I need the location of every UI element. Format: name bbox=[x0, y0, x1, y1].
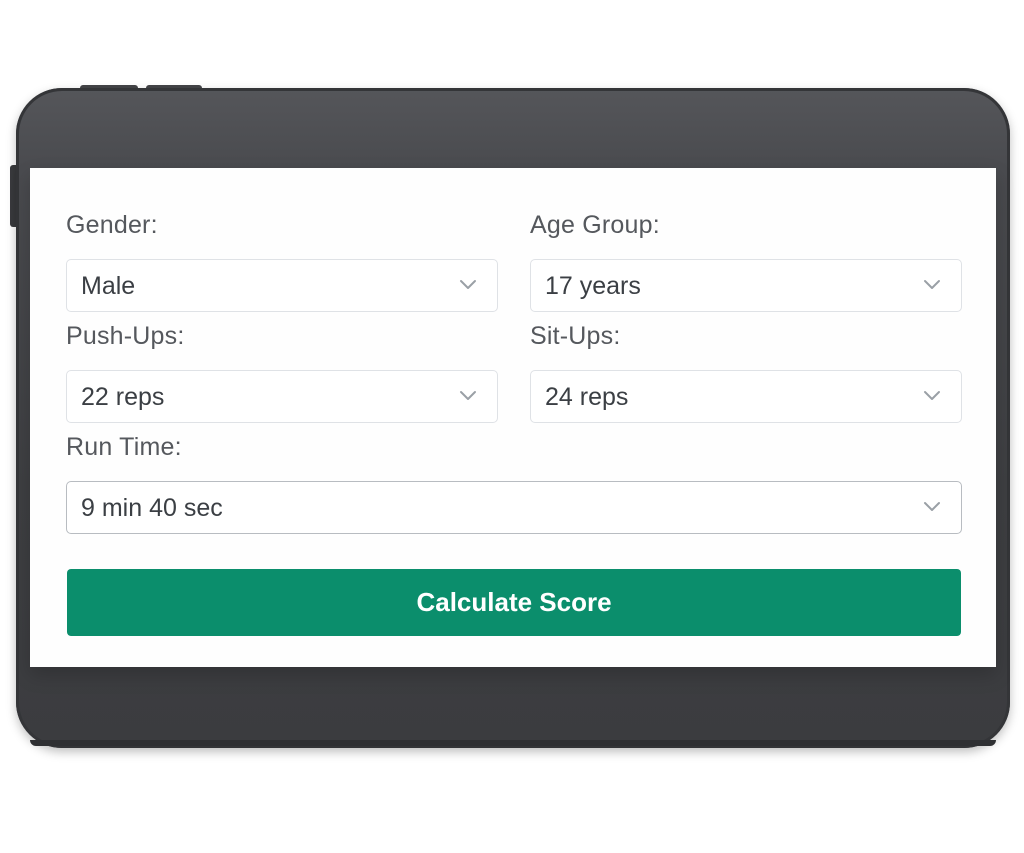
fitness-score-form: Gender: Male Age Group: 17 years Push-Up… bbox=[30, 168, 996, 667]
chevron-down-icon bbox=[924, 280, 940, 289]
age-group-select[interactable]: 17 years bbox=[530, 259, 962, 312]
gender-label: Gender: bbox=[66, 211, 158, 239]
gender-select-value: Male bbox=[81, 272, 136, 300]
chevron-down-icon bbox=[924, 391, 940, 400]
chevron-down-icon bbox=[460, 391, 476, 400]
run-time-select[interactable]: 9 min 40 sec bbox=[66, 481, 962, 534]
chevron-down-icon bbox=[460, 280, 476, 289]
sit-ups-select[interactable]: 24 reps bbox=[530, 370, 962, 423]
stage: Gender: Male Age Group: 17 years Push-Up… bbox=[0, 0, 1024, 853]
push-ups-select-value: 22 reps bbox=[81, 383, 165, 411]
age-group-label: Age Group: bbox=[530, 211, 660, 239]
calculate-score-button[interactable]: Calculate Score bbox=[67, 569, 961, 636]
run-time-label: Run Time: bbox=[66, 433, 182, 461]
chevron-down-icon bbox=[924, 502, 940, 511]
gender-select[interactable]: Male bbox=[66, 259, 498, 312]
tablet-frame-edge bbox=[30, 740, 996, 746]
push-ups-select[interactable]: 22 reps bbox=[66, 370, 498, 423]
sit-ups-label: Sit-Ups: bbox=[530, 322, 621, 350]
age-group-select-value: 17 years bbox=[545, 272, 641, 300]
push-ups-label: Push-Ups: bbox=[66, 322, 185, 350]
sit-ups-select-value: 24 reps bbox=[545, 383, 629, 411]
run-time-select-value: 9 min 40 sec bbox=[81, 494, 223, 522]
